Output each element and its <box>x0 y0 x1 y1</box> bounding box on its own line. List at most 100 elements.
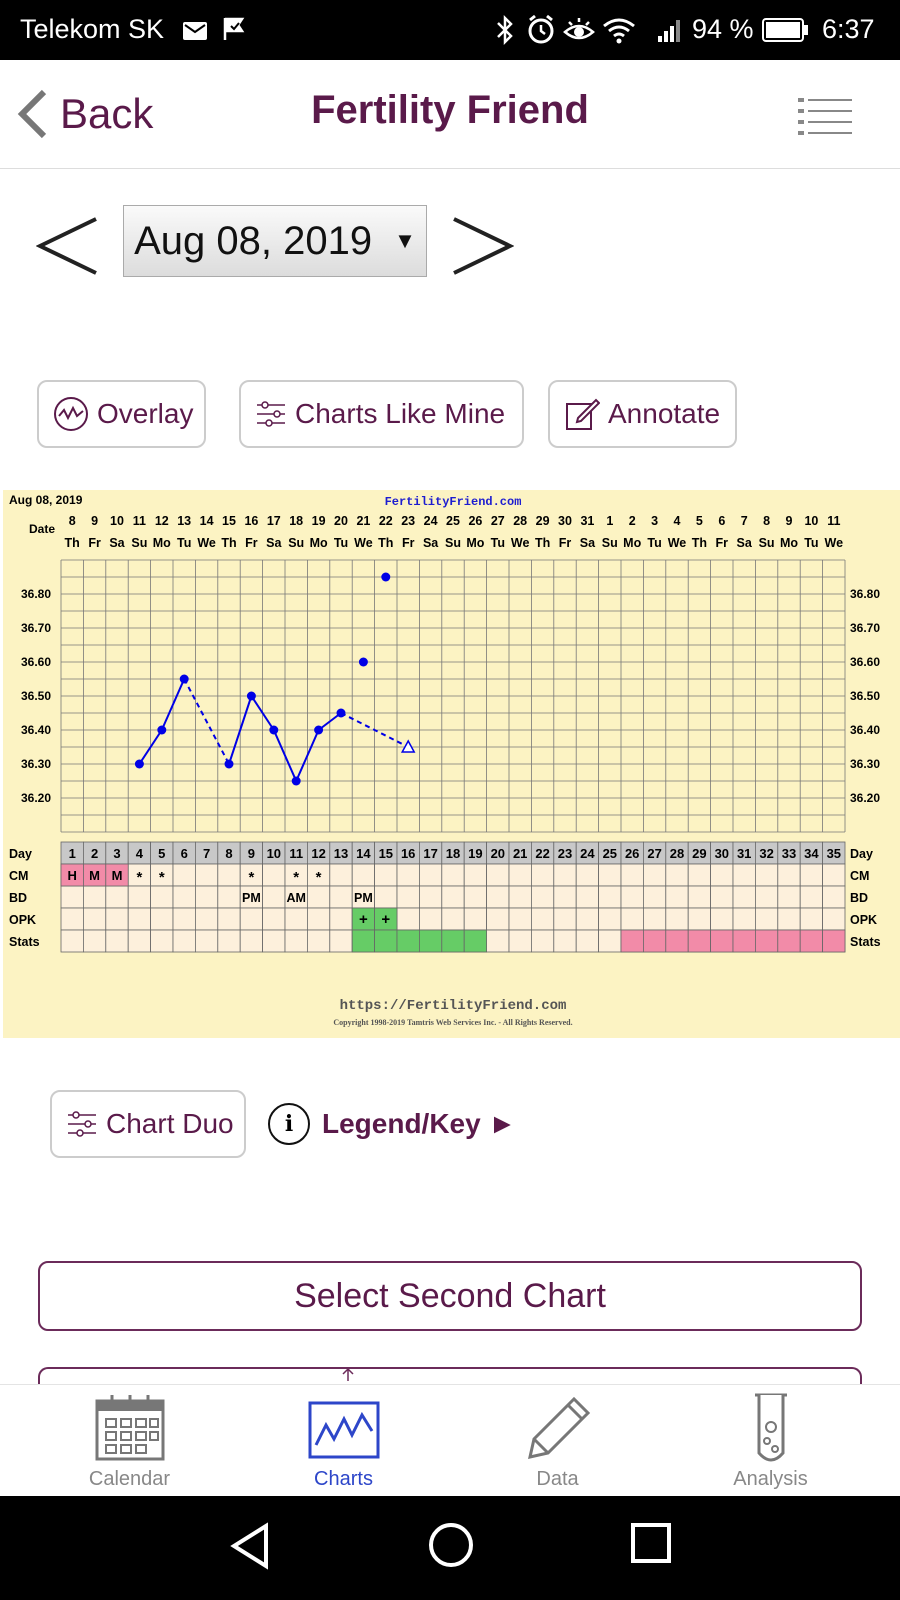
weekday-tick-label: Th <box>692 536 707 550</box>
temperature-point <box>157 725 167 735</box>
row-cell <box>598 907 622 931</box>
temperature-point <box>381 572 391 582</box>
nav-recents-button[interactable] <box>630 1522 672 1569</box>
row-cell <box>508 929 532 953</box>
row-cell <box>262 863 286 887</box>
date-tick-label: 6 <box>718 514 725 528</box>
edit-note-icon <box>566 398 600 430</box>
charts-like-mine-button[interactable]: Charts Like Mine <box>239 380 524 448</box>
list-menu-icon <box>798 98 852 135</box>
legend-key-link[interactable]: i Legend/Key ► <box>268 1103 516 1145</box>
row-cell <box>553 907 577 931</box>
stats-fertile-cell <box>351 929 376 953</box>
row-cell <box>463 907 488 931</box>
row-cell <box>329 929 353 953</box>
tab-data-label: Data <box>536 1468 579 1490</box>
nav-home-button[interactable] <box>428 1522 474 1573</box>
row-cell <box>217 885 241 909</box>
info-icon: i <box>268 1103 310 1145</box>
date-tick-label: 9 <box>91 514 98 528</box>
row-cell <box>105 929 129 953</box>
row-cell <box>150 907 174 931</box>
next-date-button[interactable] <box>450 215 515 282</box>
row-cell <box>262 885 286 909</box>
weekday-tick-label: Sa <box>580 536 596 550</box>
tab-analysis[interactable]: Analysis <box>658 1385 883 1497</box>
stats-predicted-cell <box>710 929 734 953</box>
row-cell <box>777 885 801 909</box>
row-cell <box>329 885 353 909</box>
date-tick-label: 19 <box>312 514 326 528</box>
day-number: 31 <box>737 846 751 861</box>
tab-calendar[interactable]: Calendar <box>17 1385 242 1497</box>
weekday-tick-label: Mo <box>310 536 328 550</box>
circle-home-icon <box>429 1523 473 1567</box>
weekday-tick-label: Tu <box>804 536 818 550</box>
select-second-chart-button[interactable]: Select Second Chart <box>38 1261 862 1331</box>
temperature-point <box>269 725 279 735</box>
bbt-chart-svg: Aug 08, 2019 FertilityFriend.com Date 8 9 10 1… <box>9 493 881 1027</box>
date-tick-label: 14 <box>200 514 214 528</box>
date-select[interactable]: Aug 08, 2019 ▼ <box>123 205 427 277</box>
tab-data[interactable]: Data <box>445 1385 670 1497</box>
stats-predicted-cell <box>822 929 846 953</box>
date-tick-label: 20 <box>334 514 348 528</box>
previous-date-button[interactable] <box>35 215 100 282</box>
stats-fertile-cell <box>396 929 420 953</box>
weekday-tick-label: Sa <box>109 536 125 550</box>
weekday-tick-label: Tu <box>647 536 661 550</box>
day-number: 12 <box>311 846 325 861</box>
row-cell <box>284 929 308 953</box>
square-recents-icon <box>631 1523 671 1563</box>
day-number: 3 <box>113 846 120 861</box>
date-tick-label: 16 <box>244 514 258 528</box>
day-number: 4 <box>136 846 144 861</box>
row-cell <box>665 885 689 909</box>
opk-value: + <box>359 911 368 928</box>
sliders-icon <box>257 401 285 427</box>
cm-value: * <box>248 869 254 886</box>
day-number: 34 <box>804 846 819 861</box>
weekday-tick-label: Su <box>445 536 461 550</box>
row-cell <box>732 885 756 909</box>
tab-charts[interactable]: Charts <box>231 1385 456 1497</box>
row-cell <box>83 929 107 953</box>
row-cell <box>710 885 734 909</box>
annotate-button[interactable]: Annotate <box>548 380 737 448</box>
row-cell <box>575 929 600 953</box>
row-cell <box>553 929 577 953</box>
day-number: 35 <box>827 846 841 861</box>
row-cell <box>329 863 353 887</box>
date-tick-label: 5 <box>696 514 703 528</box>
battery-percent: 94 % <box>692 14 754 44</box>
stats-fertile-cell <box>418 929 443 953</box>
triangle-back-icon <box>230 1522 268 1570</box>
row-cell <box>284 907 308 931</box>
row-cell <box>665 907 689 931</box>
row-cell <box>598 885 622 909</box>
row-cell <box>150 885 174 909</box>
temperature-point <box>224 759 234 769</box>
system-nav-bar <box>0 1496 900 1600</box>
row-cell <box>620 907 644 931</box>
weekday-tick-label: Fr <box>402 536 415 550</box>
row-cell <box>799 907 824 931</box>
y-tick-label-right: 36.50 <box>850 689 880 703</box>
row-cell <box>822 863 846 887</box>
row-cell <box>418 885 443 909</box>
y-tick-label-left: 36.30 <box>21 757 51 771</box>
row-cell <box>575 885 600 909</box>
y-tick-label-left: 36.50 <box>21 689 51 703</box>
chart-title: FertilityFriend.com <box>385 495 522 509</box>
date-tick-label: 11 <box>827 514 840 528</box>
overlay-button[interactable]: Overlay <box>37 380 206 448</box>
row-cell <box>687 863 712 887</box>
y-tick-label-right: 36.70 <box>850 621 880 635</box>
menu-button[interactable] <box>798 96 854 141</box>
chart-footer-url: https://FertilityFriend.com <box>340 998 567 1014</box>
row-cell <box>194 885 219 909</box>
date-value: Aug 08, 2019 <box>134 218 373 263</box>
date-tick-label: 30 <box>558 514 572 528</box>
chart-duo-button[interactable]: Chart Duo <box>50 1090 246 1158</box>
nav-back-button[interactable] <box>228 1522 272 1575</box>
